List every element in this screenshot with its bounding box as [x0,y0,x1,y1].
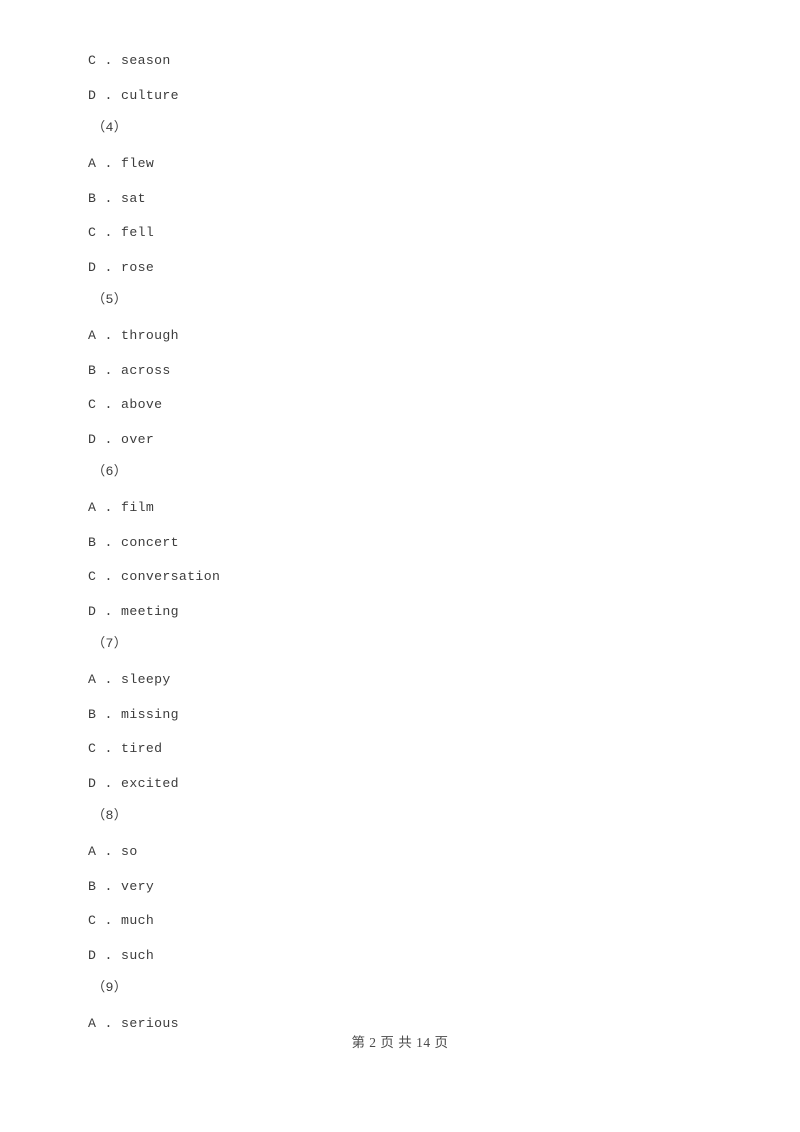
answer-option: C . much [88,913,155,928]
answer-option: C . fell [88,225,155,240]
answer-option: A . serious [88,1016,179,1031]
question-number: （6） [92,464,128,479]
answer-option: C . season [88,53,171,68]
answer-option: C . tired [88,741,163,756]
answer-option: B . sat [88,191,146,206]
answer-option: A . flew [88,156,155,171]
answer-option: C . above [88,397,163,412]
document-page: C . season D . culture （4） A . flew B . sat C… [0,0,800,1132]
answer-option: A . through [88,328,179,343]
answer-option: D . such [88,948,155,963]
answer-option: A . sleepy [88,672,171,687]
answer-option: D . excited [88,776,179,791]
answer-option: D . rose [88,260,155,275]
question-number: （5） [92,292,128,307]
question-number: （9） [92,980,128,995]
answer-option: A . film [88,500,155,515]
answer-option: D . over [88,432,155,447]
answer-option: B . across [88,363,171,378]
answer-option: D . meeting [88,604,179,619]
answer-option: D . culture [88,88,179,103]
answer-option: B . concert [88,535,179,550]
answer-option: B . missing [88,707,179,722]
answer-option: A . so [88,844,138,859]
question-number: （4） [92,120,128,135]
answer-option: C . conversation [88,569,221,584]
answer-option: B . very [88,879,155,894]
question-number: （7） [92,636,128,651]
page-footer: 第 2 页 共 14 页 [351,1035,449,1050]
question-number: （8） [92,808,128,823]
